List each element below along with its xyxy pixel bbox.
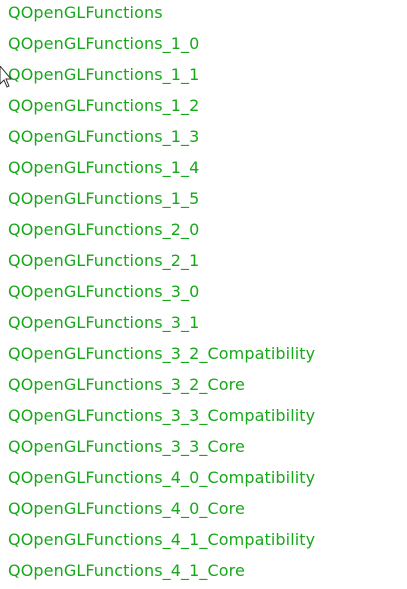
list-item: QOpenGLFunctions_4_0_Core xyxy=(8,496,315,527)
class-link[interactable]: QOpenGLFunctions_3_1 xyxy=(8,313,199,332)
list-item: QOpenGLFunctions_3_3_Core xyxy=(8,434,315,465)
class-link[interactable]: QOpenGLFunctions_2_1 xyxy=(8,251,199,270)
mouse-pointer-icon xyxy=(0,66,12,88)
list-item: QOpenGLFunctions_3_2_Compatibility xyxy=(8,341,315,372)
list-item: QOpenGLFunctions_1_4 xyxy=(8,155,315,186)
class-link[interactable]: QOpenGLFunctions_1_1 xyxy=(8,65,199,84)
list-item: QOpenGLFunctions xyxy=(8,0,315,31)
class-link[interactable]: QOpenGLFunctions_3_3_Compatibility xyxy=(8,406,315,425)
list-item: QOpenGLFunctions_3_3_Compatibility xyxy=(8,403,315,434)
list-item: QOpenGLFunctions_2_1 xyxy=(8,248,315,279)
class-link[interactable]: QOpenGLFunctions_2_0 xyxy=(8,220,199,239)
class-link[interactable]: QOpenGLFunctions_1_0 xyxy=(8,34,199,53)
list-item: QOpenGLFunctions_1_1 xyxy=(8,62,315,93)
class-link[interactable]: QOpenGLFunctions_4_0_Core xyxy=(8,499,245,518)
class-link-list: QOpenGLFunctions QOpenGLFunctions_1_0 QO… xyxy=(8,0,315,589)
class-link[interactable]: QOpenGLFunctions_3_2_Core xyxy=(8,375,245,394)
list-item: QOpenGLFunctions_4_1_Core xyxy=(8,558,315,589)
list-item: QOpenGLFunctions_3_2_Core xyxy=(8,372,315,403)
list-item: QOpenGLFunctions_4_1_Compatibility xyxy=(8,527,315,558)
class-link[interactable]: QOpenGLFunctions_4_0_Compatibility xyxy=(8,468,315,487)
class-link[interactable]: QOpenGLFunctions_1_4 xyxy=(8,158,199,177)
list-item: QOpenGLFunctions_1_2 xyxy=(8,93,315,124)
class-link[interactable]: QOpenGLFunctions_3_3_Core xyxy=(8,437,245,456)
list-item: QOpenGLFunctions_1_5 xyxy=(8,186,315,217)
list-item: QOpenGLFunctions_1_3 xyxy=(8,124,315,155)
list-item: QOpenGLFunctions_1_0 xyxy=(8,31,315,62)
list-item: QOpenGLFunctions_3_0 xyxy=(8,279,315,310)
list-item: QOpenGLFunctions_3_1 xyxy=(8,310,315,341)
class-link[interactable]: QOpenGLFunctions xyxy=(8,3,163,22)
class-link[interactable]: QOpenGLFunctions_1_2 xyxy=(8,96,199,115)
class-link[interactable]: QOpenGLFunctions_4_1_Core xyxy=(8,561,245,580)
list-item: QOpenGLFunctions_2_0 xyxy=(8,217,315,248)
class-link[interactable]: QOpenGLFunctions_1_3 xyxy=(8,127,199,146)
list-item: QOpenGLFunctions_4_0_Compatibility xyxy=(8,465,315,496)
class-link[interactable]: QOpenGLFunctions_4_1_Compatibility xyxy=(8,530,315,549)
class-link[interactable]: QOpenGLFunctions_3_0 xyxy=(8,282,199,301)
class-link[interactable]: QOpenGLFunctions_1_5 xyxy=(8,189,199,208)
class-link[interactable]: QOpenGLFunctions_3_2_Compatibility xyxy=(8,344,315,363)
